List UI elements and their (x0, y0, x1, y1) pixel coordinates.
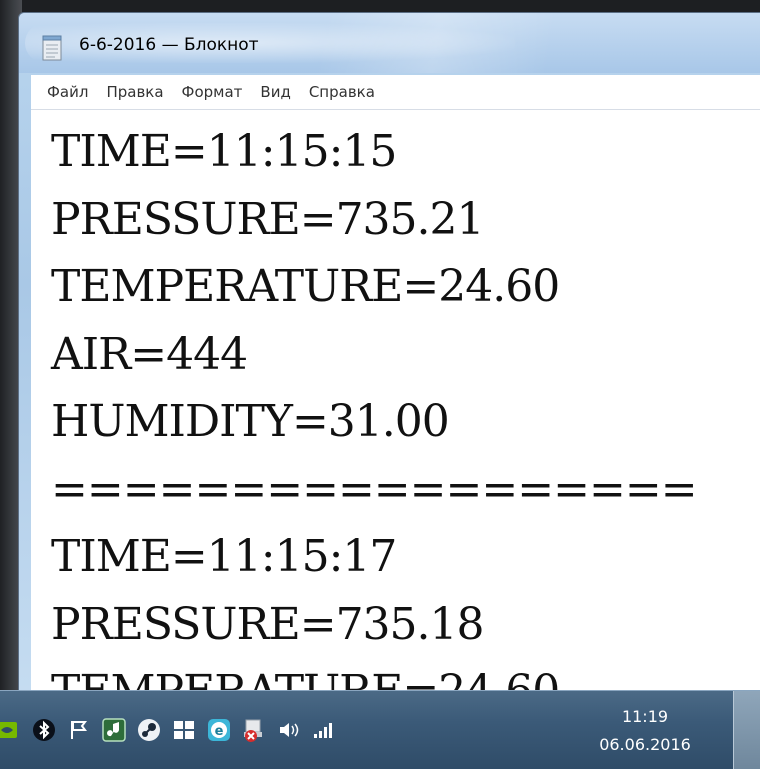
taskbar: e 11:19 06.06.2016 (0, 690, 760, 769)
text-line: PRESSURE=735.18 (51, 598, 485, 650)
e-app-icon[interactable]: e (206, 717, 232, 743)
network-disconnected-icon[interactable] (241, 717, 267, 743)
text-line: TIME=11:15:15 (51, 126, 397, 177)
menu-format[interactable]: Формат (173, 75, 252, 109)
clock-time: 11:19 (621, 707, 669, 726)
menu-view[interactable]: Вид (251, 75, 299, 109)
notepad-window: 6-6-2016 — Блокнот Файл Правка Формат Ви… (18, 12, 760, 692)
nvidia-icon[interactable] (0, 717, 20, 743)
system-tray: e 11:19 06.06.2016 (0, 691, 740, 769)
menu-file[interactable]: Файл (31, 75, 97, 109)
steam-icon[interactable] (136, 717, 162, 743)
system-clock[interactable]: 11:19 06.06.2016 (580, 703, 710, 759)
document-text: TIME=11:15:15 PRESSURE=735.21 TEMPERATUR… (31, 110, 760, 691)
svg-text:e: e (215, 724, 224, 739)
clock-date: 06.06.2016 (599, 735, 691, 754)
menu-bar: Файл Правка Формат Вид Справка (31, 75, 760, 110)
bluetooth-icon[interactable] (31, 717, 57, 743)
menu-help[interactable]: Справка (300, 75, 384, 109)
text-line: HUMIDITY=31.00 (51, 396, 450, 447)
text-line: TEMPERATURE=24.60 (31, 658, 760, 691)
media-player-icon[interactable] (101, 717, 127, 743)
menu-edit[interactable]: Правка (97, 75, 172, 109)
signal-icon[interactable] (311, 717, 337, 743)
flag-icon[interactable] (66, 717, 92, 743)
windows-update-icon[interactable] (171, 717, 197, 743)
title-bar[interactable]: 6-6-2016 — Блокнот (19, 13, 760, 73)
text-line: AIR=444 (51, 328, 248, 380)
text-line: ================== (51, 463, 698, 515)
text-line: TEMPERATURE=24.60 (51, 261, 560, 312)
text-line: PRESSURE=735.21 (51, 193, 485, 245)
show-desktop-button[interactable] (733, 691, 760, 769)
notepad-icon[interactable] (41, 35, 63, 61)
text-line: TIME=11:15:17 (51, 531, 397, 582)
text-editor-area[interactable]: TIME=11:15:15 PRESSURE=735.21 TEMPERATUR… (31, 110, 760, 691)
volume-icon[interactable] (276, 717, 302, 743)
window-title: 6-6-2016 — Блокнот (79, 35, 259, 55)
